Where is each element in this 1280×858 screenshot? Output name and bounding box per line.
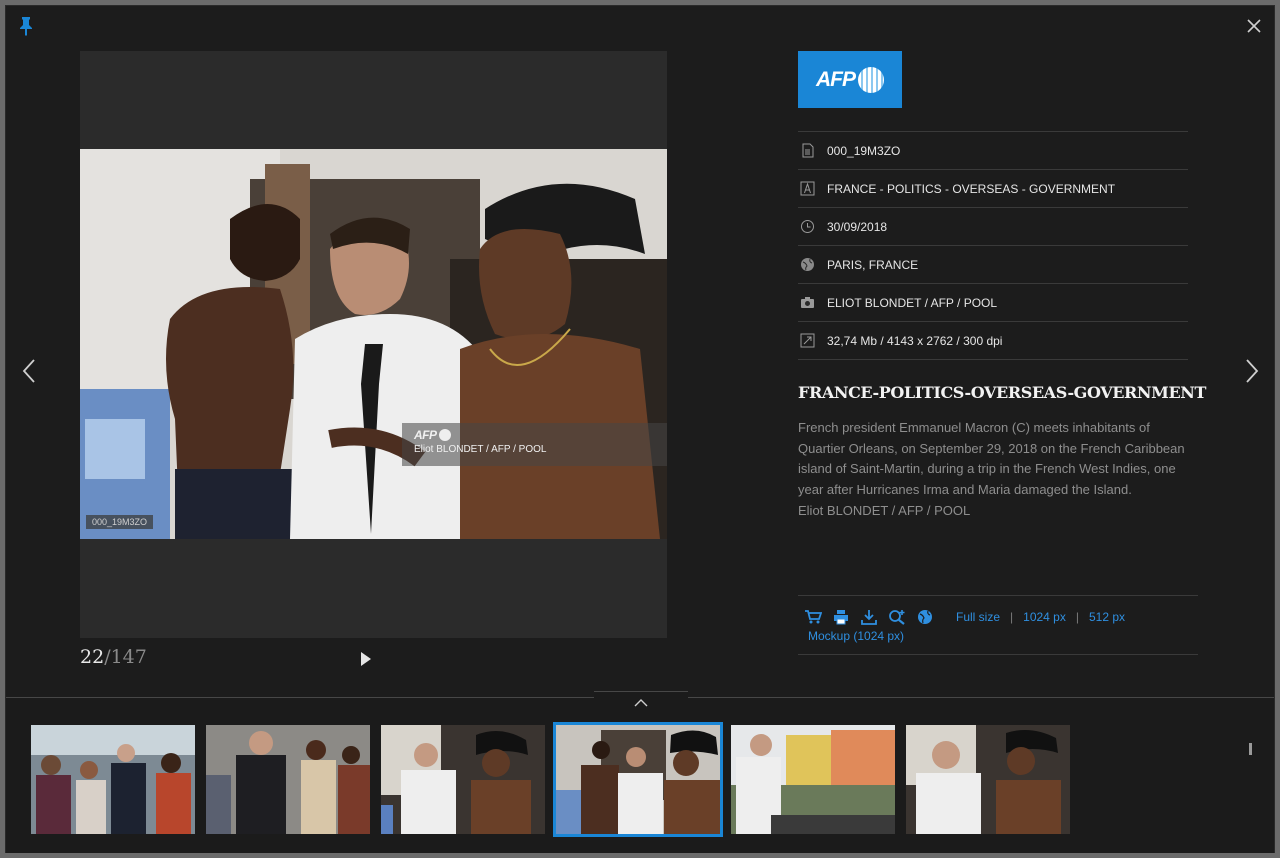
size-1024-link[interactable]: 1024 px <box>1023 610 1066 624</box>
clock-icon <box>801 220 814 233</box>
thumbnail-handshake-crowd[interactable] <box>206 725 370 834</box>
chevron-up-icon <box>634 698 648 706</box>
main-photo[interactable]: AFP Eliot BLONDET / AFP / POOL 000_19M3Z… <box>80 149 667 539</box>
photo-id-tag: 000_19M3ZO <box>86 515 154 529</box>
thumbnail-list <box>31 722 1070 837</box>
mockup-link[interactable]: Mockup (1024 px) <box>808 629 904 643</box>
meta-id-row: 000_19M3ZO <box>798 132 1188 170</box>
meta-keywords: FRANCE - POLITICS - OVERSEAS - GOVERNMEN… <box>827 181 1116 196</box>
main-photo-image <box>80 149 667 539</box>
meta-credit-row: ELIOT BLONDET / AFP / POOL <box>798 284 1188 322</box>
meta-file-info: 32,74 Mb / 4143 x 2762 / 300 dpi <box>827 333 1003 348</box>
globe-location-icon <box>801 258 814 271</box>
action-icons <box>804 609 934 625</box>
zoom-in-icon[interactable] <box>888 609 906 625</box>
thumbnail-macron-with-residents-current[interactable] <box>553 722 723 837</box>
globe-icon[interactable] <box>916 609 934 625</box>
photo-headline: FRANCE-POLITICS-OVERSEAS-GOVERNMENT <box>798 383 1206 402</box>
next-photo-arrow-icon[interactable] <box>1244 358 1260 384</box>
separator: | <box>1010 610 1014 624</box>
cart-icon[interactable] <box>804 609 822 625</box>
photo-watermark: AFP Eliot BLONDET / AFP / POOL <box>402 423 667 466</box>
pin-icon[interactable] <box>18 16 34 36</box>
photo-caption: French president Emmanuel Macron (C) mee… <box>798 420 1185 518</box>
thumbnail-balcony-view-buildings[interactable] <box>731 725 895 834</box>
separator: | <box>1075 610 1079 624</box>
download-icon[interactable] <box>860 609 878 625</box>
thumbnail-scrollbar[interactable] <box>1249 743 1252 755</box>
watermark-logo: AFP <box>414 428 655 442</box>
afp-logo: AFP <box>798 51 902 108</box>
size-512-link[interactable]: 512 px <box>1089 610 1125 624</box>
meta-location: PARIS, FRANCE <box>827 257 919 272</box>
total-count: /147 <box>104 646 147 668</box>
photo-counter: 22/147 <box>80 646 147 668</box>
meta-keywords-row: FRANCE - POLITICS - OVERSEAS - GOVERNMEN… <box>798 170 1188 208</box>
close-icon[interactable] <box>1246 18 1262 34</box>
full-size-link[interactable]: Full size <box>956 610 1000 624</box>
meta-date-row: 30/09/2018 <box>798 208 1188 246</box>
photo-metadata: 000_19M3ZO FRANCE - POLITICS - OVERSEAS … <box>798 131 1188 360</box>
collapse-strip-button[interactable] <box>594 691 688 713</box>
meta-id: 000_19M3ZO <box>827 143 901 158</box>
camera-icon <box>801 297 814 308</box>
meta-location-row: PARIS, FRANCE <box>798 246 1188 284</box>
current-index: 22 <box>80 646 105 668</box>
thumbnail-macron-with-residents[interactable] <box>381 725 545 834</box>
action-bar: Full size | 1024 px | 512 px Mockup (1024 px… <box>798 595 1198 655</box>
size-links: Full size | 1024 px | 512 px <box>956 610 1125 624</box>
thumbnail-crowd-greeting[interactable] <box>31 725 195 834</box>
slideshow-play-icon[interactable] <box>360 651 372 667</box>
meta-credit: ELIOT BLONDET / AFP / POOL <box>827 295 998 310</box>
previous-photo-arrow-icon[interactable] <box>21 358 37 384</box>
photo-stage: AFP Eliot BLONDET / AFP / POOL 000_19M3Z… <box>80 51 667 638</box>
meta-file-info-row: 32,74 Mb / 4143 x 2762 / 300 dpi <box>798 322 1188 360</box>
text-letter-icon <box>800 181 815 196</box>
watermark-credit: Eliot BLONDET / AFP / POOL <box>414 444 547 455</box>
photo-viewer-modal: AFP Eliot BLONDET / AFP / POOL 000_19M3Z… <box>5 5 1275 853</box>
print-icon[interactable] <box>832 609 850 625</box>
resize-icon <box>800 333 815 348</box>
thumbnail-macron-with-resident-closeup[interactable] <box>906 725 1070 834</box>
document-icon <box>802 143 814 158</box>
thumbnail-strip <box>6 691 1274 853</box>
meta-date: 30/09/2018 <box>827 219 888 234</box>
